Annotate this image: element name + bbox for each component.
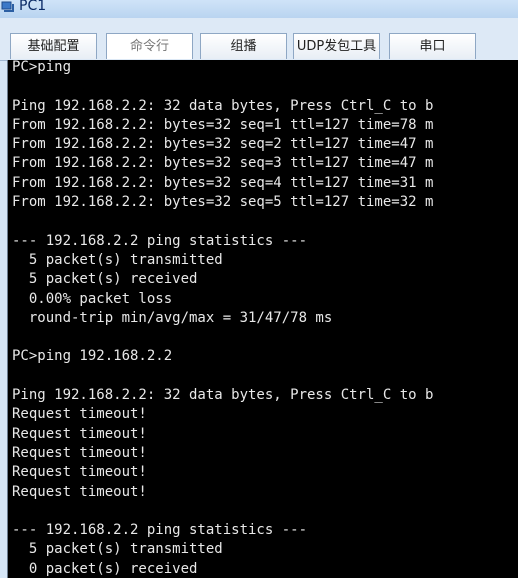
terminal-line: PC>ping 192.168.2.2 xyxy=(12,348,173,365)
terminal-line: Request timeout! xyxy=(12,406,147,423)
terminal-output: PC>ping Ping 192.168.2.2: 32 data bytes, … xyxy=(12,60,518,578)
terminal-line: 5 packet(s) transmitted xyxy=(12,541,223,558)
terminal-line: 0 packet(s) received xyxy=(12,560,198,577)
tab-basic-config[interactable]: 基础配置 xyxy=(10,33,97,59)
window-title: PC1 xyxy=(19,0,47,14)
terminal-line: Request timeout! xyxy=(12,483,147,500)
terminal-line: Request timeout! xyxy=(12,425,147,442)
terminal-line: Request timeout! xyxy=(12,464,147,481)
terminal-line: round-trip min/avg/max = 31/47/78 ms xyxy=(12,309,333,326)
terminal-line: From 192.168.2.2: bytes=32 seq=1 ttl=127… xyxy=(12,116,434,133)
pc-icon xyxy=(1,1,14,12)
terminal-line: PC>ping xyxy=(12,60,72,75)
terminal-line: 5 packet(s) transmitted xyxy=(12,251,223,268)
terminal-line: From 192.168.2.2: bytes=32 seq=4 ttl=127… xyxy=(12,174,434,191)
terminal-line: From 192.168.2.2: bytes=32 seq=2 ttl=127… xyxy=(12,136,434,153)
terminal-line: From 192.168.2.2: bytes=32 seq=5 ttl=127… xyxy=(12,194,434,211)
terminal-line: Ping 192.168.2.2: 32 data bytes, Press C… xyxy=(12,97,434,114)
terminal-line: From 192.168.2.2: bytes=32 seq=3 ttl=127… xyxy=(12,155,434,172)
terminal-line: --- 192.168.2.2 ping statistics --- xyxy=(12,232,308,249)
terminal-line: Request timeout! xyxy=(12,444,147,461)
command-line-terminal[interactable]: PC>ping Ping 192.168.2.2: 32 data bytes, … xyxy=(7,60,518,578)
tab-serial-port[interactable]: 串口 xyxy=(389,33,476,59)
terminal-line: 5 packet(s) received xyxy=(12,271,198,288)
terminal-line: --- 192.168.2.2 ping statistics --- xyxy=(12,522,308,539)
terminal-line: 0.00% packet loss xyxy=(12,290,173,307)
tab-command-line[interactable]: 命令行 xyxy=(106,33,193,59)
tab-bar: 基础配置 命令行 组播 UDP发包工具 串口 xyxy=(0,18,518,61)
terminal-line: Ping 192.168.2.2: 32 data bytes, Press C… xyxy=(12,387,434,404)
tab-multicast[interactable]: 组播 xyxy=(200,33,287,59)
tab-udp-tool[interactable]: UDP发包工具 xyxy=(293,33,380,59)
title-bar: PC1 xyxy=(0,0,518,18)
